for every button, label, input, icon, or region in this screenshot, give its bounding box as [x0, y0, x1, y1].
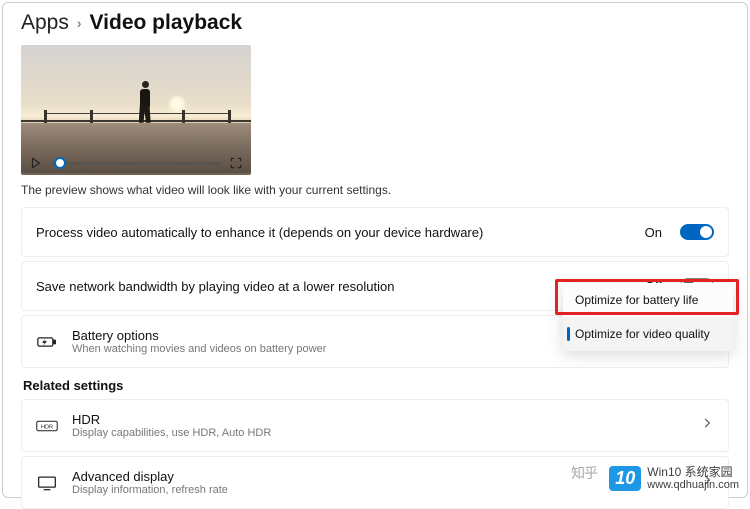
related-subtitle: Display capabilities, use HDR, Auto HDR: [72, 427, 686, 439]
display-icon: [36, 475, 58, 491]
dropdown-option-battery-life[interactable]: Optimize for battery life: [563, 283, 733, 317]
setting-label: Save network bandwidth by playing video …: [36, 279, 631, 294]
battery-options-dropdown: Optimize for battery life Optimize for v…: [563, 283, 733, 351]
related-hdr[interactable]: HDR HDR Display capabilities, use HDR, A…: [21, 399, 729, 452]
page-title: Video playback: [90, 11, 243, 35]
related-settings-heading: Related settings: [23, 378, 729, 393]
site-watermark: 10 Win10 系统家园 www.qdhuajin.com: [609, 466, 739, 491]
watermark-badge: 10: [609, 466, 641, 491]
watermark-line1: Win10 系统家园: [647, 466, 739, 479]
setting-process-video[interactable]: Process video automatically to enhance i…: [21, 207, 729, 257]
video-seek-slider[interactable]: [51, 162, 221, 165]
svg-text:HDR: HDR: [41, 424, 53, 430]
video-seek-thumb[interactable]: [54, 157, 66, 169]
zhihu-watermark: 知乎: [571, 463, 597, 483]
watermark-line2: www.qdhuajin.com: [647, 479, 739, 491]
chevron-right-icon: [700, 416, 714, 435]
breadcrumb-parent[interactable]: Apps: [21, 11, 69, 35]
fullscreen-icon[interactable]: [229, 156, 243, 170]
dropdown-option-video-quality[interactable]: Optimize for video quality: [563, 317, 733, 351]
video-preview[interactable]: [21, 45, 251, 175]
chevron-right-icon: ›: [77, 15, 82, 31]
video-thumbnail-figure: [134, 79, 156, 129]
battery-icon: [36, 335, 58, 349]
video-controls: [21, 151, 251, 175]
hdr-icon: HDR: [36, 419, 58, 433]
related-title: HDR: [72, 412, 686, 427]
preview-caption: The preview shows what video will look l…: [21, 183, 729, 197]
play-icon[interactable]: [29, 156, 43, 170]
breadcrumb: Apps › Video playback: [21, 11, 729, 35]
setting-label: Process video automatically to enhance i…: [36, 225, 631, 240]
toggle-state-text: On: [645, 225, 662, 240]
toggle-switch[interactable]: [680, 224, 714, 240]
related-subtitle: Display information, refresh rate: [72, 484, 686, 496]
